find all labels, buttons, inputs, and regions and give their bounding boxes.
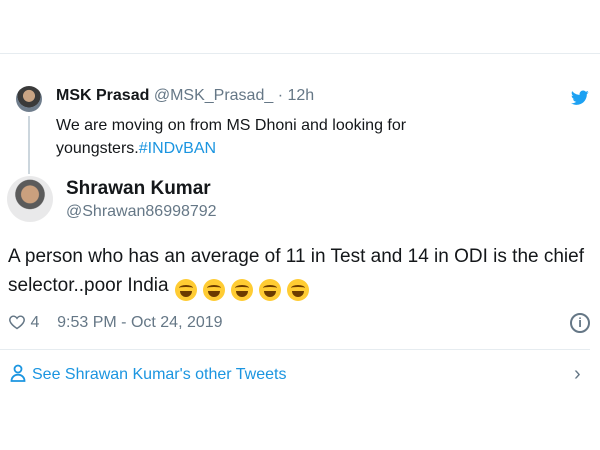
top-divider xyxy=(0,53,600,54)
person-icon xyxy=(10,364,26,382)
emoji-row xyxy=(169,275,309,304)
tweet-timestamp[interactable]: 9:53 PM - Oct 24, 2019 xyxy=(57,314,222,331)
chevron-right-icon[interactable]: › xyxy=(574,364,581,384)
grinning-squinting-face-icon xyxy=(230,278,253,301)
grinning-squinting-face-icon xyxy=(202,278,225,301)
heart-icon[interactable] xyxy=(8,314,26,330)
hashtag-link[interactable]: #INDvBAN xyxy=(139,140,216,157)
bottom-divider xyxy=(0,349,590,350)
quoted-tweet-body: We are moving on from MS Dhoni and looki… xyxy=(56,117,407,157)
tweet-text: A person who has an average of 11 in Tes… xyxy=(8,242,588,304)
info-icon[interactable]: i xyxy=(570,313,590,333)
tweet-embed-card: MSK Prasad @MSK_Prasad_ · 12h We are mov… xyxy=(0,0,600,450)
quoted-separator: · xyxy=(277,87,284,104)
see-other-tweets-label: See Shrawan Kumar's other Tweets xyxy=(32,366,287,383)
grinning-squinting-face-icon xyxy=(286,278,309,301)
grinning-squinting-face-icon xyxy=(258,278,281,301)
tweet-meta-row: 4 9:53 PM - Oct 24, 2019 xyxy=(8,313,223,333)
quoted-author-name[interactable]: MSK Prasad xyxy=(56,87,149,104)
quoted-author-avatar[interactable] xyxy=(16,86,42,112)
see-other-tweets-link[interactable]: See Shrawan Kumar's other Tweets xyxy=(10,364,286,385)
quoted-tweet-time[interactable]: 12h xyxy=(287,87,314,104)
author-name[interactable]: Shrawan Kumar xyxy=(66,178,211,200)
author-handle[interactable]: @Shrawan86998792 xyxy=(66,202,217,222)
author-avatar[interactable] xyxy=(7,176,53,222)
quoted-author-handle[interactable]: @MSK_Prasad_ xyxy=(154,87,273,104)
twitter-bird-icon[interactable] xyxy=(571,90,589,106)
quoted-tweet-text: We are moving on from MS Dhoni and looki… xyxy=(56,114,526,160)
quoted-tweet-header: MSK Prasad @MSK_Prasad_ · 12h xyxy=(56,86,314,106)
grinning-squinting-face-icon xyxy=(174,278,197,301)
thread-connector-line xyxy=(28,116,30,174)
like-count[interactable]: 4 xyxy=(30,314,39,331)
